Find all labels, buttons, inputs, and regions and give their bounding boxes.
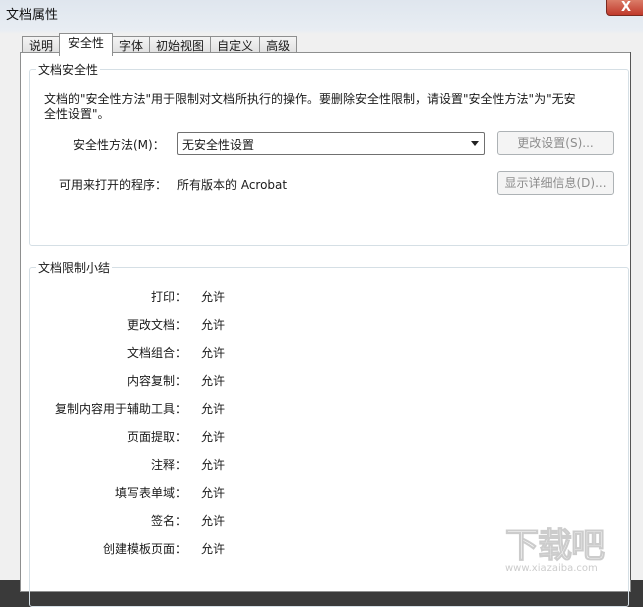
summary-value: 允许 <box>201 486 226 500</box>
summary-row: 文档组合： 允许 <box>30 344 430 360</box>
summary-row: 创建模板页面： 允许 <box>30 540 430 556</box>
document-properties-window: 文档属性 X 说明 安全性 字体 初始视图 自定义 高级 文档安全性 文档的"安… <box>0 0 643 607</box>
security-panel: 文档安全性 文档的"安全性方法"用于限制对文档所执行的操作。要删除安全性限制，请… <box>20 52 631 607</box>
summary-key: 打印： <box>150 290 187 304</box>
open-with-label: 可用来打开的程序： <box>59 178 168 192</box>
open-with-value: 所有版本的 Acrobat <box>177 178 288 192</box>
change-settings-button[interactable]: 更改设置(S)... <box>497 131 614 155</box>
summary-value: 允许 <box>201 318 226 332</box>
group-label: 文档安全性 <box>36 61 101 78</box>
summary-row: 复制内容用于辅助工具： 允许 <box>30 400 430 416</box>
tab-security[interactable]: 安全性 <box>59 33 114 56</box>
summary-value: 允许 <box>201 542 226 556</box>
security-description: 文档的"安全性方法"用于限制对文档所执行的操作。要删除安全性限制，请设置"安全性… <box>44 92 576 121</box>
summary-value: 允许 <box>201 374 226 388</box>
security-method-value: 无安全性设置 <box>182 138 255 152</box>
summary-value: 允许 <box>201 402 226 416</box>
close-button[interactable]: X <box>606 0 643 16</box>
summary-value: 允许 <box>201 430 226 444</box>
summary-key: 文档组合： <box>126 346 187 360</box>
summary-row: 页面提取： 允许 <box>30 428 430 444</box>
summary-row: 打印： 允许 <box>30 288 430 304</box>
summary-key: 注释： <box>150 458 187 472</box>
summary-row: 注释： 允许 <box>30 456 430 472</box>
summary-key: 内容复制： <box>126 374 187 388</box>
security-method-select[interactable]: 无安全性设置 <box>177 132 485 155</box>
summary-row: 内容复制： 允许 <box>30 372 430 388</box>
summary-key: 签名： <box>150 514 187 528</box>
watermark-logo: 下载吧 www.xiazaiba.com <box>505 526 606 575</box>
summary-key: 创建模板页面： <box>102 542 187 556</box>
group-label: 文档限制小结 <box>36 259 113 276</box>
summary-key: 更改文档： <box>126 318 187 332</box>
security-method-label: 安全性方法(M)： <box>73 138 165 152</box>
summary-value: 允许 <box>201 514 226 528</box>
summary-row: 填写表单域： 允许 <box>30 484 430 500</box>
summary-row: 更改文档： 允许 <box>30 316 430 332</box>
summary-value: 允许 <box>201 290 226 304</box>
document-security-group: 文档安全性 文档的"安全性方法"用于限制对文档所执行的操作。要删除安全性限制，请… <box>29 61 629 246</box>
window-title: 文档属性 <box>6 8 59 23</box>
summary-value: 允许 <box>201 458 226 472</box>
summary-key: 填写表单域： <box>114 486 187 500</box>
summary-key: 复制内容用于辅助工具： <box>54 402 187 416</box>
summary-value: 允许 <box>201 346 226 360</box>
window-edge <box>630 52 643 580</box>
summary-key: 页面提取： <box>126 430 187 444</box>
dropdown-arrow-icon <box>471 141 479 146</box>
summary-row: 签名： 允许 <box>30 512 430 528</box>
show-details-button[interactable]: 显示详细信息(D)... <box>497 171 614 195</box>
